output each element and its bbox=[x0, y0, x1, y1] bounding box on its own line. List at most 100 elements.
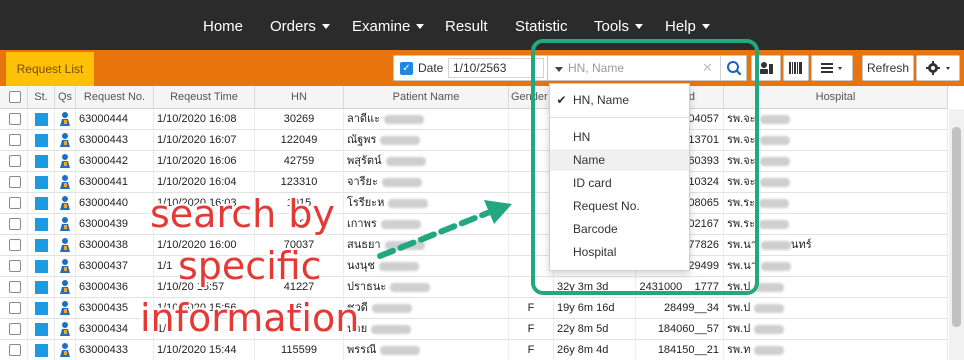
cell-hn: 42759 bbox=[255, 151, 344, 172]
cell-text: นงนุช bbox=[347, 260, 375, 272]
cell-hospital: รพ.ท bbox=[724, 340, 948, 360]
nav-examine-label: Examine bbox=[352, 18, 411, 35]
annotation-line-1: search by bbox=[150, 192, 335, 236]
vertical-scrollbar[interactable] bbox=[949, 109, 964, 360]
status-cell bbox=[28, 109, 55, 130]
chevron-down-icon bbox=[416, 24, 425, 29]
person-icon bbox=[60, 154, 70, 168]
row-checkbox[interactable] bbox=[9, 218, 21, 230]
dropdown-item-barcode[interactable]: Barcode bbox=[550, 218, 689, 240]
nav-orders[interactable]: Orders bbox=[270, 0, 330, 50]
date-filter: ✓ Date 1/10/2563 bbox=[393, 55, 548, 81]
dropdown-item-id-card[interactable]: ID card bbox=[550, 172, 689, 194]
refresh-button[interactable]: Refresh bbox=[862, 55, 914, 81]
status-badge bbox=[35, 344, 48, 357]
redacted-text bbox=[759, 156, 790, 166]
status-cell bbox=[28, 298, 55, 319]
row-checkbox[interactable] bbox=[9, 155, 21, 167]
search-mode-dropdown: ✔ HN, Name HN Name ID card Request No. Ba… bbox=[549, 83, 690, 271]
table-row[interactable]: 63000442 1/10/2020 16:06 42759 พสุรัตน์ 6039… bbox=[0, 151, 948, 172]
table-row[interactable]: 63000436 1/10/20 15:57 41227 ปราธนะ 32y 3m 3… bbox=[0, 277, 948, 298]
cell-hospital: รพ.ป bbox=[724, 319, 948, 340]
dropdown-divider bbox=[550, 117, 689, 118]
status-cell bbox=[28, 235, 55, 256]
row-checkbox[interactable] bbox=[9, 113, 21, 125]
queue-cell bbox=[55, 319, 76, 340]
cell-hn: 123310 bbox=[255, 172, 344, 193]
cell-text: 19y 6m 16d bbox=[557, 302, 615, 314]
cell-id-tail: 184150__21 bbox=[636, 340, 724, 360]
status-cell bbox=[28, 319, 55, 340]
nav-result[interactable]: Result bbox=[445, 0, 488, 50]
row-checkbox[interactable] bbox=[9, 176, 21, 188]
annotation-line-3: information bbox=[140, 296, 360, 340]
cell-request-no: 63000442 bbox=[76, 151, 154, 172]
row-checkbox[interactable] bbox=[9, 344, 21, 356]
redacted-text bbox=[754, 345, 785, 355]
cell-time: 1/10/2020 16:08 bbox=[154, 109, 255, 130]
row-checkbox[interactable] bbox=[9, 134, 21, 146]
row-checkbox[interactable] bbox=[9, 260, 21, 272]
list-menu-button[interactable] bbox=[811, 55, 853, 81]
header-hn[interactable]: HN bbox=[255, 86, 344, 109]
table-row[interactable]: 63000444 1/10/2020 16:08 30269 ลาดีแะ 04057 ร… bbox=[0, 109, 948, 130]
cell-hn: 30269 bbox=[255, 109, 344, 130]
barcode-button[interactable] bbox=[783, 55, 809, 81]
row-checkbox[interactable] bbox=[9, 302, 21, 314]
settings-button[interactable] bbox=[916, 55, 960, 81]
status-cell bbox=[28, 214, 55, 235]
cell-age: 26y 8m 4d bbox=[554, 340, 636, 360]
header-request-no[interactable]: Request No. bbox=[76, 86, 154, 109]
row-checkbox[interactable] bbox=[9, 323, 21, 335]
dropdown-item-request-no[interactable]: Request No. bbox=[550, 195, 689, 217]
cell-text: 63000439 bbox=[79, 218, 128, 230]
select-all-checkbox[interactable] bbox=[9, 91, 21, 103]
dropdown-item-name[interactable]: Name bbox=[550, 149, 689, 171]
header-qs[interactable]: Qs bbox=[55, 86, 76, 109]
status-badge bbox=[35, 281, 48, 294]
redacted-text bbox=[759, 198, 790, 208]
row-checkbox[interactable] bbox=[9, 281, 21, 293]
dropdown-item-hn[interactable]: HN bbox=[550, 126, 689, 148]
cell-name: ลาดีแะ bbox=[344, 109, 509, 130]
queue-cell bbox=[55, 298, 76, 319]
nav-examine[interactable]: Examine bbox=[352, 0, 425, 50]
header-select-all[interactable] bbox=[0, 86, 28, 109]
date-checkbox[interactable]: ✓ bbox=[400, 62, 413, 75]
cell-text: 63000437 bbox=[79, 260, 128, 272]
nav-home[interactable]: Home bbox=[203, 0, 243, 50]
row-checkbox[interactable] bbox=[9, 239, 21, 251]
redacted-text bbox=[381, 177, 422, 187]
status-badge bbox=[35, 239, 48, 252]
row-select-cell bbox=[0, 319, 28, 340]
cell-text: 28499__34 bbox=[663, 302, 719, 314]
cell-text: 1/1 bbox=[157, 260, 173, 272]
dropdown-item-hospital[interactable]: Hospital bbox=[550, 241, 689, 263]
header-request-time[interactable]: Reqeust Time bbox=[154, 86, 255, 109]
cell-request-no: 63000439 bbox=[76, 214, 154, 235]
cell-text: ลาดีแะ bbox=[347, 113, 381, 125]
scrollbar-thumb[interactable] bbox=[952, 127, 961, 327]
cell-time: 1/10/2020 16:06 bbox=[154, 151, 255, 172]
status-cell bbox=[28, 193, 55, 214]
header-patient-name[interactable]: Patient Name bbox=[344, 86, 509, 109]
row-checkbox[interactable] bbox=[9, 197, 21, 209]
header-st[interactable]: St. bbox=[28, 86, 55, 109]
cell-name: จารียะ bbox=[344, 172, 509, 193]
person-icon bbox=[60, 112, 70, 126]
cell-text: 184060__57 bbox=[657, 323, 719, 335]
cell-text: 63000436 bbox=[79, 281, 128, 293]
date-input[interactable]: 1/10/2563 bbox=[448, 58, 544, 78]
table-row[interactable]: 63000443 1/10/2020 16:07 122049 ณัฐพร 13701 ร… bbox=[0, 130, 948, 151]
queue-cell bbox=[55, 193, 76, 214]
cell-gender: F bbox=[509, 298, 554, 319]
row-select-cell bbox=[0, 235, 28, 256]
table-row[interactable]: 63000441 1/10/2020 16:04 123310 จารียะ 10324… bbox=[0, 172, 948, 193]
status-badge bbox=[35, 260, 48, 273]
tab-request-list[interactable]: Request List bbox=[6, 52, 94, 86]
table-row[interactable]: 63000433 1/10/2020 15:44 115599 พรรณี F 26y 8… bbox=[0, 340, 948, 360]
cell-text: F bbox=[527, 344, 535, 356]
cell-name: พสุรัตน์ bbox=[344, 151, 509, 172]
cell-hn: 115599 bbox=[255, 340, 344, 360]
dropdown-item-hn-name[interactable]: ✔ HN, Name bbox=[550, 89, 689, 111]
